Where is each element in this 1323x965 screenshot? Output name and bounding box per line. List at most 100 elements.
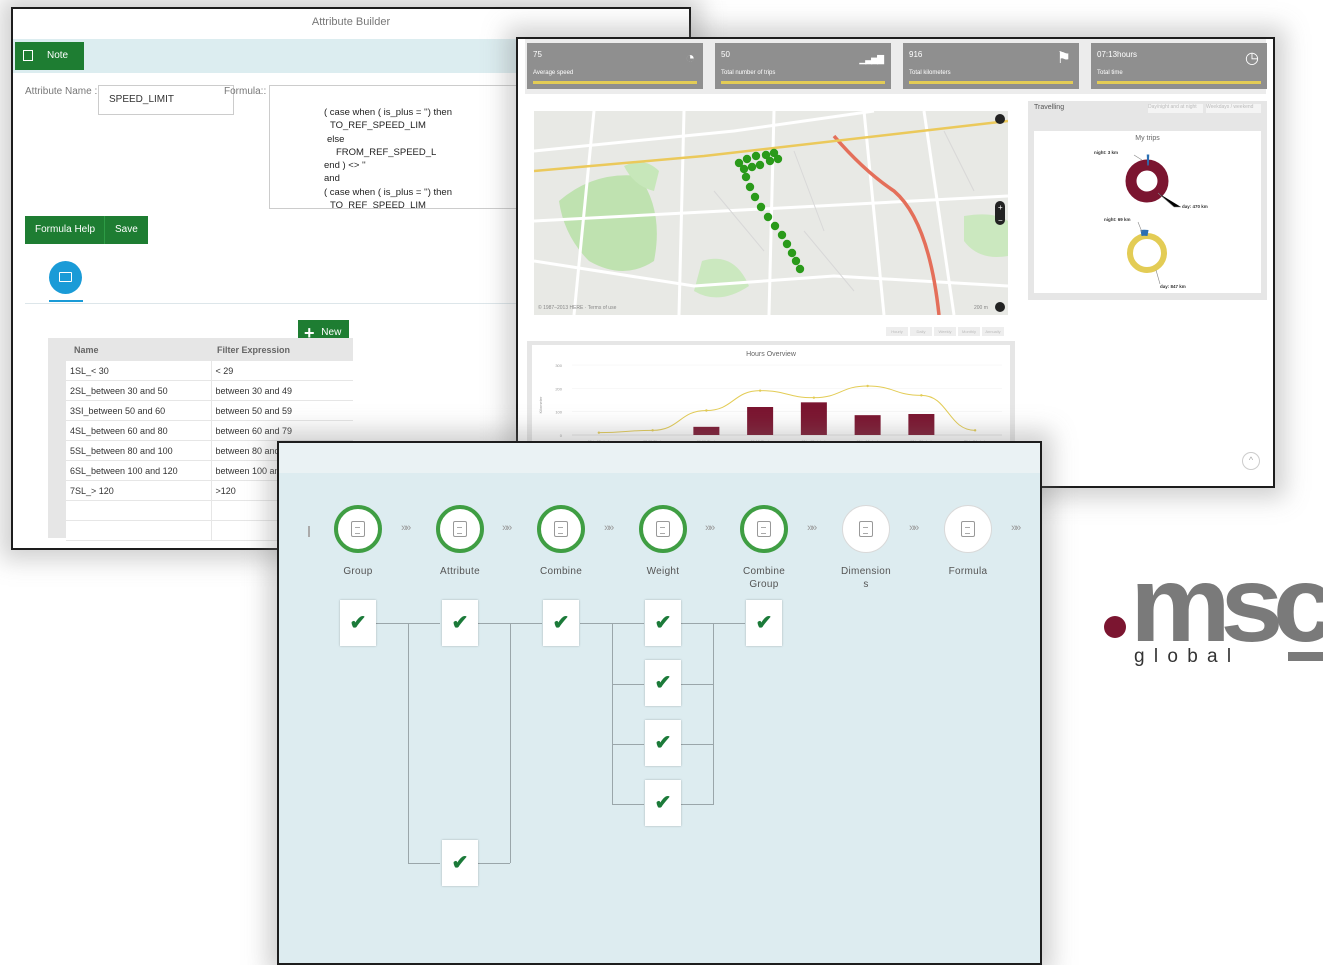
formula-line: TO_REF_SPEED_LIM bbox=[330, 200, 426, 209]
track-point bbox=[750, 192, 760, 202]
table-row[interactable]: 4SL_between 60 and 80 between 60 and 79 bbox=[66, 420, 353, 441]
tab-weekdays-weekend[interactable]: Weekdays / weekend bbox=[1206, 104, 1261, 113]
row-filter-expression: between 30 and 49 bbox=[211, 380, 353, 401]
workflow-step-combine-group[interactable] bbox=[740, 505, 788, 553]
svg-text:−: − bbox=[998, 216, 1003, 225]
tab-day-night[interactable]: Day/night and at night bbox=[1148, 104, 1203, 113]
formula-textarea[interactable]: ( case when ( is_plus = '') then TO_REF_S… bbox=[269, 85, 519, 209]
period-tab[interactable]: Monthly bbox=[958, 327, 980, 336]
kpi-progress-bar bbox=[533, 81, 697, 84]
track-point bbox=[756, 202, 766, 212]
period-tab[interactable]: Daily bbox=[910, 327, 932, 336]
checkmark-card[interactable]: ✔ bbox=[543, 600, 579, 646]
gauge-icon: ◔ bbox=[685, 50, 695, 67]
track-point bbox=[751, 151, 761, 161]
formula-label: Formula:: bbox=[224, 86, 267, 97]
period-tabs: Hourly Daily Weekly Monthly Annually bbox=[886, 327, 1012, 337]
travelling-panel: Travelling Day/night and at night Weekda… bbox=[1028, 101, 1267, 300]
active-tab-indicator bbox=[49, 300, 83, 302]
track-point bbox=[739, 164, 749, 174]
row-filter-expression: between 60 and 79 bbox=[211, 420, 353, 441]
connector-line bbox=[612, 684, 644, 685]
checkmark-card[interactable]: ✔ bbox=[645, 600, 681, 646]
trend-point bbox=[866, 384, 869, 388]
chevron-separator-icon: »» bbox=[909, 522, 919, 534]
map-panel[interactable]: + − © 1987–2013 HERE · Terms of use 200 … bbox=[534, 111, 1008, 315]
chevron-separator-icon: »» bbox=[807, 522, 817, 534]
trend-point bbox=[651, 429, 654, 432]
table-row[interactable]: 1SL_< 30 < 29 bbox=[66, 361, 353, 381]
kpi-label: Total kilometers bbox=[909, 70, 951, 76]
formula-line: end ) <> '' bbox=[324, 160, 366, 172]
checkmark-card[interactable]: ✔ bbox=[442, 840, 478, 886]
workflow-step-label: Weight bbox=[646, 566, 680, 577]
workflow-step-dimension-s[interactable] bbox=[842, 505, 890, 553]
table-row[interactable]: 3SI_between 50 and 60 between 50 and 59 bbox=[66, 400, 353, 421]
connector-line bbox=[612, 804, 644, 805]
checkmark-card[interactable]: ✔ bbox=[746, 600, 782, 646]
flow-start-marker bbox=[308, 526, 310, 537]
connector-line bbox=[713, 623, 714, 805]
track-point bbox=[787, 248, 797, 258]
bar bbox=[800, 402, 827, 435]
period-tab[interactable]: Weekly bbox=[934, 327, 956, 336]
y-tick-label: 100 bbox=[555, 410, 562, 415]
kpi-value: 50 bbox=[721, 50, 730, 59]
checkmark-card[interactable]: ✔ bbox=[645, 720, 681, 766]
kpi-card: 50 Total number of trips ▁▃▅▇ bbox=[715, 43, 891, 89]
map-scale: 200 m bbox=[974, 305, 988, 311]
donut-charts bbox=[1125, 154, 1181, 285]
chevron-separator-icon: »» bbox=[401, 522, 411, 534]
checkmark-card[interactable]: ✔ bbox=[645, 660, 681, 706]
document-icon bbox=[859, 521, 873, 537]
track-point bbox=[741, 172, 751, 182]
connector-line bbox=[478, 863, 510, 864]
workflow-step-combine[interactable] bbox=[537, 505, 585, 553]
workflow-step-attribute[interactable] bbox=[436, 505, 484, 553]
bar bbox=[747, 407, 774, 435]
kpi-value: 75 bbox=[533, 50, 542, 59]
formula-help-button[interactable]: Formula Help bbox=[25, 216, 106, 244]
map-canvas[interactable]: + − bbox=[534, 111, 1008, 315]
track-point bbox=[747, 162, 757, 172]
kpi-card: 916 Total kilometers ⚑ bbox=[903, 43, 1079, 89]
period-tab[interactable]: Annually bbox=[982, 327, 1004, 336]
period-tab[interactable]: Hourly bbox=[886, 327, 908, 336]
donut-day-night-2 bbox=[1127, 233, 1167, 273]
checkmark-icon: ✔ bbox=[552, 612, 570, 634]
checkmark-icon: ✔ bbox=[349, 612, 367, 634]
table-row[interactable]: 2SL_between 30 and 50 between 30 and 49 bbox=[66, 380, 353, 401]
locate-icon[interactable] bbox=[995, 302, 1005, 312]
checkmark-card[interactable]: ✔ bbox=[645, 780, 681, 826]
workflow-step-weight[interactable] bbox=[639, 505, 687, 553]
attribute-name-label: Attribute Name : bbox=[25, 86, 98, 97]
workflow-step-label: Combine Group bbox=[742, 566, 786, 590]
kpi-progress-bar bbox=[909, 81, 1073, 84]
travelling-label: Travelling bbox=[1034, 104, 1065, 111]
workflow-step-formula[interactable] bbox=[944, 505, 992, 553]
row-name: 7SL_> 120 bbox=[66, 480, 212, 501]
donut1-label-right: day: 470 km bbox=[1182, 204, 1208, 209]
checkmark-icon: ✔ bbox=[654, 732, 672, 754]
workflow-step-group[interactable] bbox=[334, 505, 382, 553]
checkmark-card[interactable]: ✔ bbox=[442, 600, 478, 646]
note-button[interactable]: Note bbox=[15, 42, 85, 70]
trend-point bbox=[705, 409, 708, 412]
filter-tab-icon[interactable] bbox=[49, 261, 82, 294]
checkmark-card[interactable]: ✔ bbox=[340, 600, 376, 646]
connector-line bbox=[612, 623, 613, 805]
document-icon bbox=[961, 521, 975, 537]
chevron-separator-icon: »» bbox=[604, 522, 614, 534]
compass-icon[interactable] bbox=[995, 114, 1005, 124]
y-axis-label: Kilometer bbox=[538, 396, 543, 414]
track-point bbox=[782, 239, 792, 249]
track-point bbox=[773, 154, 783, 164]
attribute-name-input[interactable]: SPEED_LIMIT bbox=[98, 85, 234, 115]
workflow-step-label: Group bbox=[343, 566, 373, 577]
document-icon bbox=[656, 521, 670, 537]
save-button[interactable]: Save bbox=[104, 216, 148, 244]
scroll-top-button[interactable]: ^ bbox=[1242, 452, 1260, 470]
map-copyright: © 1987–2013 HERE · Terms of use bbox=[538, 305, 617, 311]
trend-point bbox=[758, 389, 762, 392]
kpi-label: Average speed bbox=[533, 70, 574, 76]
